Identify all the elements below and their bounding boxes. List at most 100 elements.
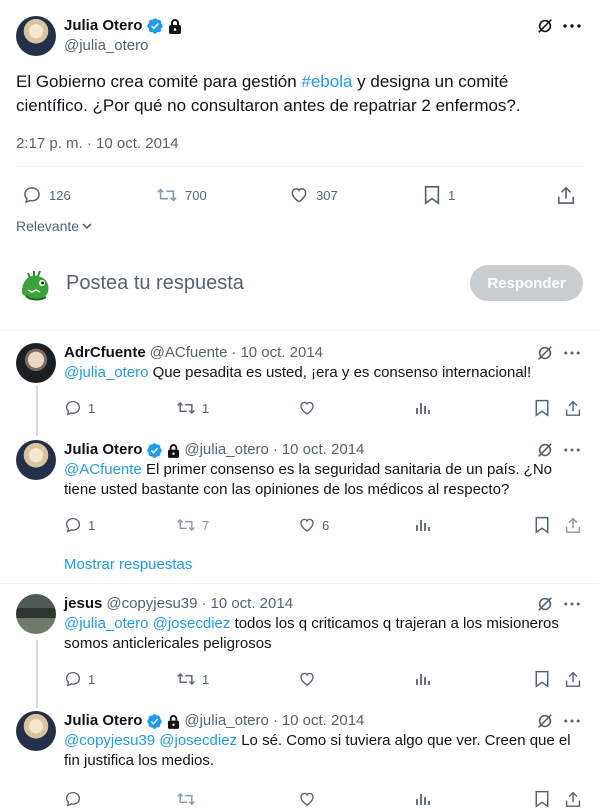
share-button[interactable]	[565, 515, 581, 535]
share-button[interactable]	[557, 182, 575, 208]
reply-tweet[interactable]: Julia Otero @julia_otero · 10 oct. 2014 …	[16, 440, 583, 540]
views-button[interactable]	[415, 515, 431, 535]
author-name[interactable]: Julia Otero	[64, 16, 182, 36]
author-handle[interactable]: @julia_otero	[184, 440, 268, 460]
retweet-button[interactable]: 700	[156, 182, 207, 208]
author-name[interactable]: Julia Otero	[64, 711, 142, 731]
author-handle[interactable]: @ACfuente	[150, 343, 228, 363]
show-replies-link[interactable]: Mostrar respuestas	[64, 555, 192, 575]
views-button[interactable]	[415, 669, 431, 689]
share-button[interactable]	[565, 398, 581, 418]
author-handle[interactable]: @copyjesu39	[106, 594, 197, 614]
like-button[interactable]: 307	[289, 182, 338, 208]
reply-icon	[64, 399, 82, 417]
grok-icon[interactable]	[535, 594, 555, 614]
bookmark-icon	[534, 790, 550, 808]
grok-icon[interactable]	[535, 711, 555, 731]
reply-button[interactable]: 1	[64, 515, 95, 535]
author-name-text[interactable]: Julia Otero	[64, 16, 142, 36]
like-button[interactable]	[298, 789, 322, 809]
retweet-icon	[176, 670, 196, 688]
mention-link[interactable]: @julia_otero @josecdiez	[64, 615, 230, 632]
share-button[interactable]	[565, 669, 581, 689]
avatar[interactable]	[16, 440, 56, 480]
user-avatar[interactable]	[16, 266, 56, 306]
author-name[interactable]: jesus	[64, 594, 102, 614]
reply-button[interactable]: 1	[64, 398, 95, 418]
reply-button[interactable]: 126	[22, 182, 71, 208]
reply-date[interactable]: 10 oct. 2014	[240, 343, 323, 363]
tweet-text-part: El Gobierno crea comité para gestión	[16, 72, 302, 91]
lock-icon	[168, 18, 182, 34]
bookmark-icon	[534, 516, 550, 534]
heart-icon	[289, 185, 309, 205]
avatar[interactable]	[16, 16, 56, 56]
mention-link[interactable]: @copyjesu39 @josecdiez	[64, 732, 237, 749]
share-icon	[565, 790, 581, 808]
bookmark-button[interactable]	[534, 515, 550, 535]
reply-text-body: Que pesadita es usted, ¡era y es consens…	[148, 364, 532, 381]
mention-link[interactable]: @julia_otero	[64, 364, 148, 381]
bookmark-icon	[423, 185, 441, 205]
reply-tweet[interactable]: AdrCfuente @ACfuente · 10 oct. 2014 @jul…	[16, 343, 583, 423]
verified-badge-icon	[146, 17, 164, 35]
retweet-count: 700	[185, 187, 207, 203]
like-count: 6	[322, 517, 330, 533]
like-button[interactable]	[298, 669, 322, 689]
like-button[interactable]: 6	[298, 515, 329, 535]
reply-count: 1	[88, 517, 96, 533]
retweet-button[interactable]: 7	[176, 515, 209, 535]
more-options-icon[interactable]	[561, 594, 583, 614]
more-options-icon[interactable]	[561, 440, 583, 460]
author-handle[interactable]: @julia_otero	[64, 36, 148, 56]
views-button[interactable]	[415, 789, 431, 809]
reply-date[interactable]: 10 oct. 2014	[282, 440, 365, 460]
bookmark-button[interactable]	[534, 789, 550, 809]
like-button[interactable]	[298, 398, 322, 418]
reply-date[interactable]: 10 oct. 2014	[282, 711, 365, 731]
retweet-count: 7	[202, 517, 210, 533]
reply-count: 126	[49, 187, 71, 203]
retweet-count: 1	[202, 400, 210, 416]
reply-icon	[22, 185, 42, 205]
retweet-icon	[156, 185, 178, 205]
bookmark-button[interactable]: 1	[423, 182, 455, 208]
retweet-button[interactable]	[176, 789, 202, 809]
author-name[interactable]: Julia Otero	[64, 440, 142, 460]
reply-input[interactable]: Postea tu respuesta	[66, 270, 244, 296]
reply-text: @julia_otero Que pesadita es usted, ¡era…	[64, 363, 574, 383]
reply-tweet[interactable]: Julia Otero @julia_otero · 10 oct. 2014 …	[16, 711, 583, 811]
grok-icon[interactable]	[535, 16, 555, 36]
author-name[interactable]: AdrCfuente	[64, 343, 146, 363]
heart-icon	[298, 516, 316, 534]
retweet-button[interactable]: 1	[176, 398, 209, 418]
bookmark-icon	[534, 670, 550, 688]
reply-button[interactable]	[64, 789, 88, 809]
retweet-button[interactable]: 1	[176, 669, 209, 689]
reply-button[interactable]: 1	[64, 669, 95, 689]
more-options-icon[interactable]	[561, 711, 583, 731]
reply-tweet[interactable]: jesus @copyjesu39 · 10 oct. 2014 @julia_…	[16, 594, 583, 694]
avatar[interactable]	[16, 594, 56, 634]
reply-submit-button[interactable]: Responder	[470, 265, 583, 301]
mention-link[interactable]: @ACfuente	[64, 461, 142, 478]
tweet-timestamp[interactable]: 2:17 p. m. · 10 oct. 2014	[16, 134, 179, 154]
reply-date[interactable]: 10 oct. 2014	[210, 594, 293, 614]
divider	[16, 166, 583, 167]
main-tweet-header: Julia Otero @julia_otero	[16, 16, 583, 56]
reply-composer: Postea tu respuesta Responder	[16, 262, 583, 306]
bookmark-button[interactable]	[534, 398, 550, 418]
share-button[interactable]	[565, 789, 581, 809]
grok-icon[interactable]	[535, 343, 555, 363]
sort-dropdown[interactable]: Relevante	[16, 216, 93, 236]
hashtag-link[interactable]: #ebola	[301, 72, 352, 91]
grok-icon[interactable]	[535, 440, 555, 460]
author-handle[interactable]: @julia_otero	[184, 711, 268, 731]
bookmark-button[interactable]	[534, 669, 550, 689]
like-count: 307	[316, 187, 338, 203]
avatar[interactable]	[16, 711, 56, 751]
avatar[interactable]	[16, 343, 56, 383]
more-options-icon[interactable]	[561, 16, 583, 36]
more-options-icon[interactable]	[561, 343, 583, 363]
views-button[interactable]	[415, 398, 431, 418]
